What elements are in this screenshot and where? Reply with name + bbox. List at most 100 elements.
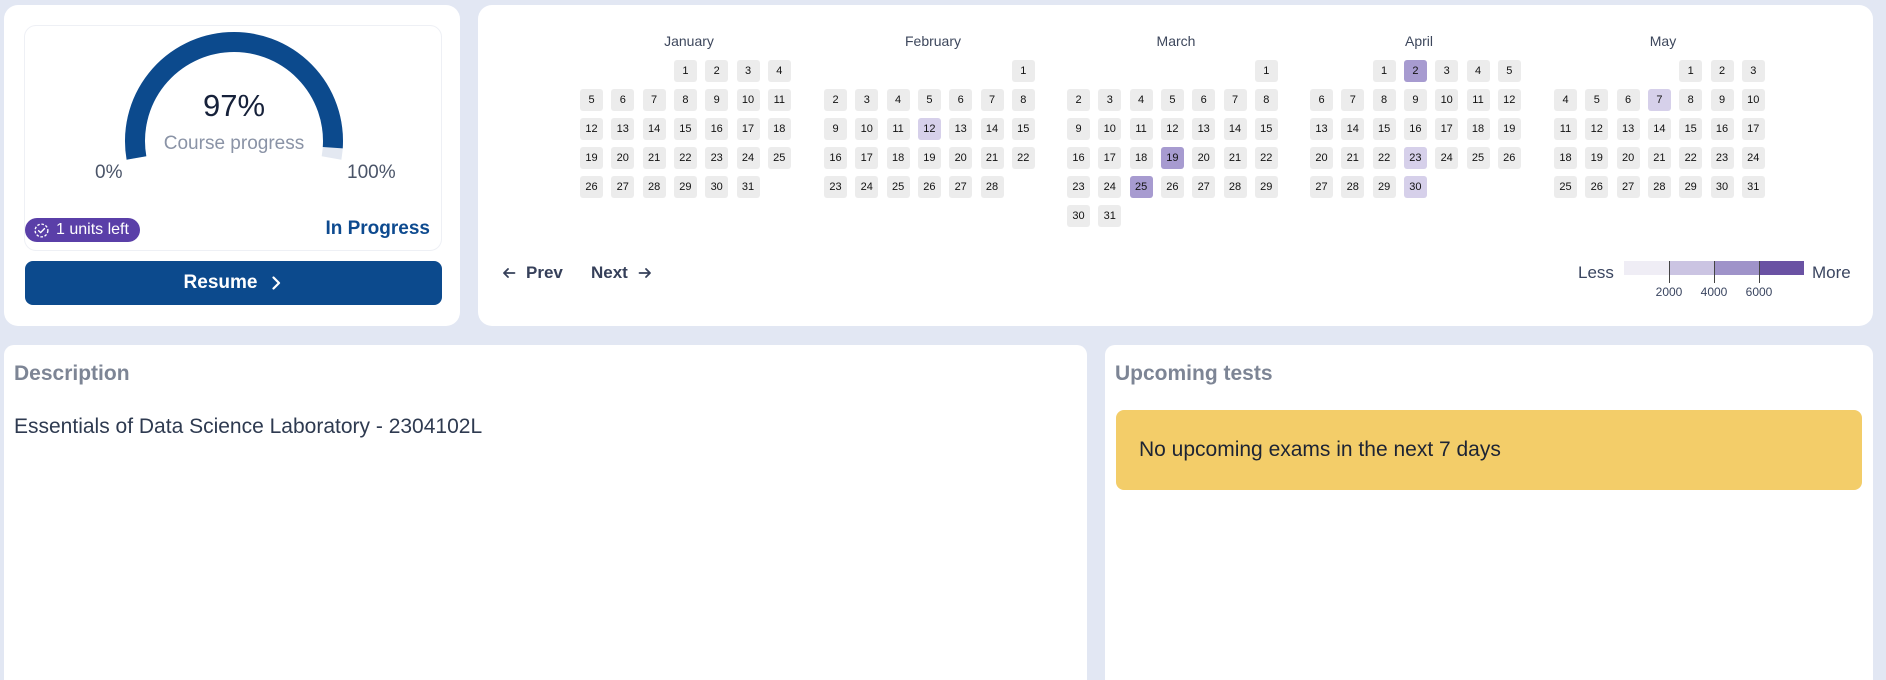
day-cell[interactable]: 18 [1129,147,1153,169]
day-cell[interactable]: 21 [980,147,1004,169]
day-cell[interactable]: 6 [611,89,635,111]
day-cell[interactable]: 21 [642,147,666,169]
day-cell[interactable]: 1 [673,60,697,82]
day-cell[interactable]: 30 [1403,176,1427,198]
day-cell[interactable]: 14 [1341,118,1365,140]
day-cell[interactable]: 24 [1098,176,1122,198]
day-cell[interactable]: 2 [1403,60,1427,82]
day-cell[interactable]: 29 [1679,176,1703,198]
day-cell[interactable]: 4 [1466,60,1490,82]
day-cell[interactable]: 21 [1223,147,1247,169]
day-cell[interactable]: 1 [1372,60,1396,82]
day-cell[interactable]: 17 [1741,118,1765,140]
day-cell[interactable]: 25 [1466,147,1490,169]
day-cell[interactable]: 24 [736,147,760,169]
day-cell[interactable]: 7 [1341,89,1365,111]
day-cell[interactable]: 19 [917,147,941,169]
prev-button[interactable]: Prev [502,263,563,283]
day-cell[interactable]: 20 [611,147,635,169]
day-cell[interactable]: 24 [1741,147,1765,169]
day-cell[interactable]: 20 [1192,147,1216,169]
day-cell[interactable]: 13 [949,118,973,140]
day-cell[interactable]: 27 [1616,176,1640,198]
day-cell[interactable]: 28 [642,176,666,198]
day-cell[interactable]: 16 [1403,118,1427,140]
day-cell[interactable]: 8 [1254,89,1278,111]
day-cell[interactable]: 3 [1098,89,1122,111]
day-cell[interactable]: 18 [1554,147,1577,169]
day-cell[interactable]: 30 [705,176,729,198]
day-cell[interactable]: 13 [611,118,635,140]
day-cell[interactable]: 14 [1647,118,1671,140]
day-cell[interactable]: 10 [736,89,760,111]
day-cell[interactable]: 4 [1129,89,1153,111]
day-cell[interactable]: 18 [1466,118,1490,140]
day-cell[interactable]: 12 [580,118,603,140]
day-cell[interactable]: 2 [1067,89,1090,111]
day-cell[interactable]: 16 [1710,118,1734,140]
day-cell[interactable]: 29 [1254,176,1278,198]
day-cell[interactable]: 26 [1585,176,1609,198]
day-cell[interactable]: 4 [886,89,910,111]
day-cell[interactable]: 13 [1616,118,1640,140]
day-cell[interactable]: 6 [949,89,973,111]
day-cell[interactable]: 11 [1466,89,1490,111]
day-cell[interactable]: 15 [673,118,697,140]
day-cell[interactable]: 12 [1160,118,1184,140]
day-cell[interactable]: 7 [980,89,1004,111]
day-cell[interactable]: 6 [1616,89,1640,111]
day-cell[interactable]: 8 [1372,89,1396,111]
day-cell[interactable]: 14 [1223,118,1247,140]
day-cell[interactable]: 27 [1192,176,1216,198]
day-cell[interactable]: 29 [673,176,697,198]
day-cell[interactable]: 27 [949,176,973,198]
day-cell[interactable]: 2 [1710,60,1734,82]
day-cell[interactable]: 28 [980,176,1004,198]
day-cell[interactable]: 18 [886,147,910,169]
day-cell[interactable]: 10 [855,118,879,140]
day-cell[interactable]: 25 [886,176,910,198]
day-cell[interactable]: 12 [1585,118,1609,140]
day-cell[interactable]: 15 [1372,118,1396,140]
day-cell[interactable]: 15 [1679,118,1703,140]
day-cell[interactable]: 17 [736,118,760,140]
day-cell[interactable]: 14 [642,118,666,140]
day-cell[interactable]: 19 [1497,118,1521,140]
day-cell[interactable]: 10 [1435,89,1459,111]
day-cell[interactable]: 2 [824,89,847,111]
day-cell[interactable]: 13 [1310,118,1333,140]
day-cell[interactable]: 9 [705,89,729,111]
day-cell[interactable]: 7 [1223,89,1247,111]
resume-button[interactable]: Resume [25,261,442,305]
day-cell[interactable]: 16 [1067,147,1090,169]
day-cell[interactable]: 31 [1098,205,1122,227]
day-cell[interactable]: 23 [705,147,729,169]
day-cell[interactable]: 26 [1497,147,1521,169]
day-cell[interactable]: 11 [1554,118,1577,140]
day-cell[interactable]: 26 [917,176,941,198]
day-cell[interactable]: 12 [917,118,941,140]
day-cell[interactable]: 5 [917,89,941,111]
day-cell[interactable]: 10 [1741,89,1765,111]
day-cell[interactable]: 5 [580,89,603,111]
day-cell[interactable]: 9 [1067,118,1090,140]
day-cell[interactable]: 29 [1372,176,1396,198]
day-cell[interactable]: 28 [1647,176,1671,198]
day-cell[interactable]: 9 [1403,89,1427,111]
day-cell[interactable]: 31 [736,176,760,198]
day-cell[interactable]: 24 [855,176,879,198]
day-cell[interactable]: 5 [1585,89,1609,111]
day-cell[interactable]: 17 [1098,147,1122,169]
day-cell[interactable]: 28 [1223,176,1247,198]
day-cell[interactable]: 19 [1160,147,1184,169]
day-cell[interactable]: 22 [673,147,697,169]
day-cell[interactable]: 18 [767,118,791,140]
day-cell[interactable]: 6 [1310,89,1333,111]
day-cell[interactable]: 3 [736,60,760,82]
day-cell[interactable]: 24 [1435,147,1459,169]
day-cell[interactable]: 16 [705,118,729,140]
day-cell[interactable]: 8 [673,89,697,111]
day-cell[interactable]: 28 [1341,176,1365,198]
day-cell[interactable]: 3 [855,89,879,111]
day-cell[interactable]: 22 [1254,147,1278,169]
